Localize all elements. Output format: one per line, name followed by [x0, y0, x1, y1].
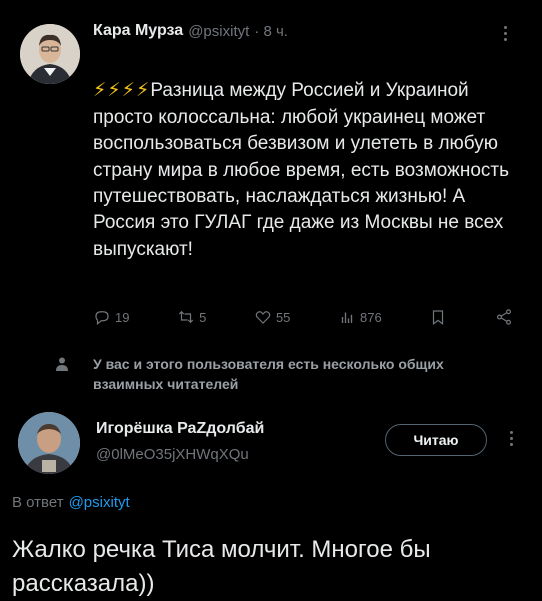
in-reply-handle-link[interactable]: @psixityt: [69, 494, 130, 511]
retweet-icon: [178, 310, 194, 324]
tweet-header: Кара Мурза @psixityt · 8 ч.: [93, 20, 288, 42]
views-count: 876: [360, 309, 382, 325]
tweet-body: ⚡⚡⚡⚡Разница между Россией и Украиной про…: [93, 52, 523, 263]
like-action[interactable]: 55: [254, 308, 290, 326]
reply-author-avatar[interactable]: [18, 412, 80, 474]
in-reply-to: В ответ @psixityt: [12, 494, 130, 511]
reply-icon: [95, 311, 109, 325]
in-reply-prefix: В ответ: [12, 494, 64, 511]
share-icon: [497, 309, 511, 325]
like-count: 55: [275, 309, 291, 325]
mutual-people-icon: [54, 356, 70, 372]
user-more-icon[interactable]: [510, 431, 513, 446]
reply-author-handle[interactable]: @0lMeO35jXHWqXQu: [96, 446, 249, 463]
following-button[interactable]: Читаю: [385, 424, 487, 456]
reply-count: 19: [115, 309, 130, 325]
tweet-author-avatar[interactable]: [20, 24, 80, 84]
retweet-action[interactable]: 5: [177, 308, 206, 326]
views-action[interactable]: 876: [338, 308, 382, 326]
tweet-time[interactable]: · 8 ч.: [254, 23, 288, 40]
tweet-author-name[interactable]: Кара Мурза: [93, 22, 183, 40]
reply-action[interactable]: 19: [93, 308, 129, 326]
reply-text: Жалко речка Тиса молчит. Многое бы расск…: [12, 536, 431, 597]
tweet-more-icon[interactable]: [504, 26, 507, 41]
bookmark-action[interactable]: [429, 308, 447, 326]
retweet-count: 5: [199, 309, 207, 325]
tweet-text: Разница между Россией и Украиной просто …: [93, 80, 510, 260]
reply-author-name[interactable]: Игорёшка РаZдолбай: [96, 420, 264, 438]
like-icon: [255, 311, 271, 324]
mutual-followers-notice: У вас и этого пользователя есть нескольк…: [93, 356, 444, 392]
share-action[interactable]: [495, 308, 513, 326]
bookmark-icon: [433, 310, 444, 325]
tweet-author-handle[interactable]: @psixityt: [188, 23, 249, 40]
lightning-emojis: ⚡⚡⚡⚡: [93, 80, 151, 102]
views-icon: [341, 312, 353, 323]
avatar-portrait: [20, 24, 80, 84]
tweet-action-bar: 19 5 55 876: [93, 306, 513, 328]
reply-avatar-portrait: [18, 412, 80, 474]
